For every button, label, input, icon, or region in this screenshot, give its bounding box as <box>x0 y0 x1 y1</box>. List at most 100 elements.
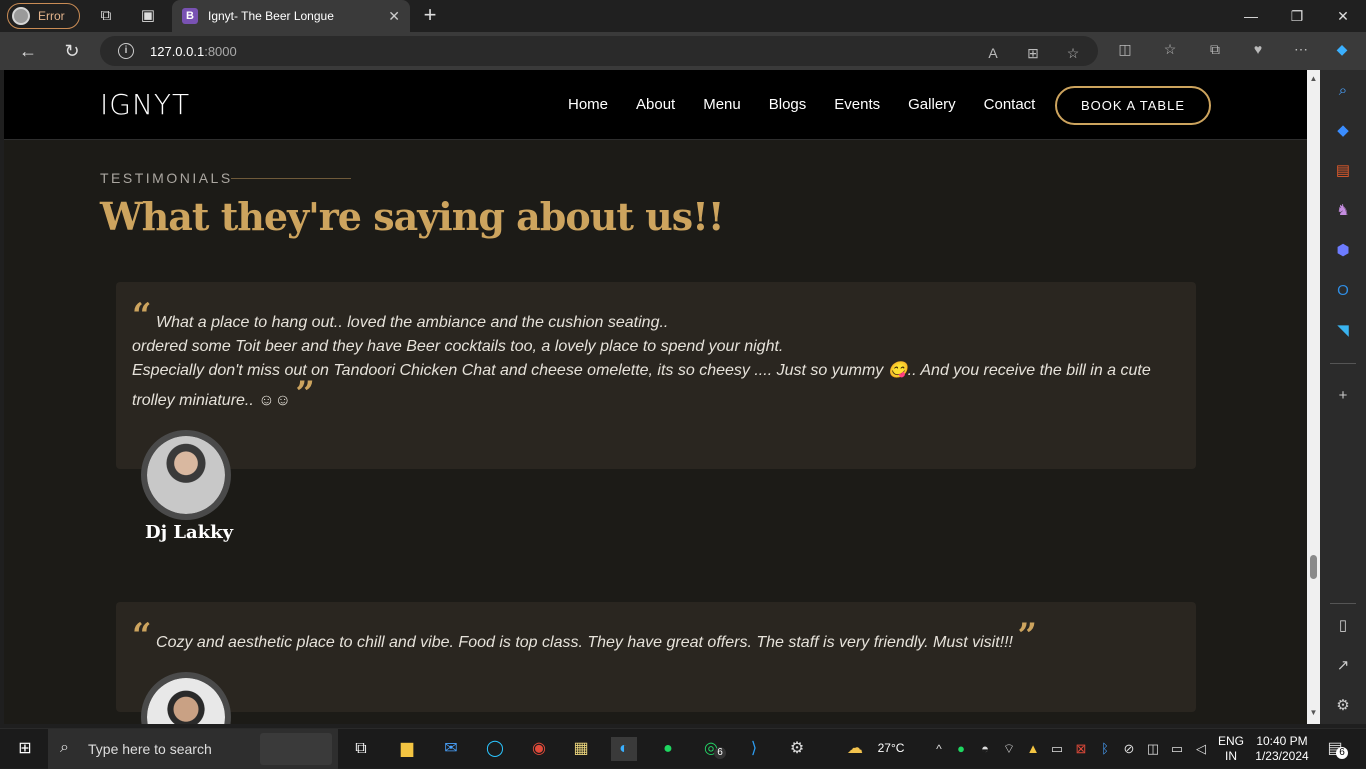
tab-actions-icon[interactable]: ▣ <box>139 7 157 25</box>
quote-open-icon: “ <box>132 296 152 336</box>
sidebar-toggle-icon[interactable]: ▯ <box>1332 615 1354 637</box>
refresh-button[interactable]: ↻ <box>60 40 84 62</box>
notification-icon[interactable]: ▤ 6 <box>1322 737 1348 761</box>
tray-volume-icon[interactable]: ◁ <box>1188 737 1214 761</box>
app-icon[interactable]: ▦ <box>568 737 594 761</box>
tray-network-icon[interactable]: ⌔ <box>996 737 1022 761</box>
workspaces-icon[interactable]: ⧉ <box>97 7 115 25</box>
search-icon[interactable]: ⌕ <box>1332 80 1354 102</box>
address-bar[interactable]: i 127.0.0.1:8000 A ⊞ ☆ <box>100 36 1098 66</box>
nav-blogs[interactable]: Blogs <box>769 96 807 113</box>
mail-icon[interactable]: ✉ <box>438 737 464 761</box>
collections-icon[interactable]: ⧉ <box>1205 40 1225 58</box>
browser-toolbar: ← ↻ i 127.0.0.1:8000 A ⊞ ☆ ◫ ☆ ⧉ ♥ ⋯ ◆ <box>0 32 1366 70</box>
avatar <box>141 430 231 520</box>
site-logo[interactable]: IGNYT <box>100 88 190 121</box>
edge-icon[interactable]: ◐ <box>611 737 637 761</box>
tab-title: Ignyt- The Beer Longue <box>208 9 334 23</box>
microsoft-365-icon[interactable]: ⬢ <box>1332 240 1354 262</box>
page-viewport: IGNYT Home About Menu Blogs Events Galle… <box>4 70 1307 724</box>
tray-drive-icon[interactable]: ▲ <box>1020 737 1046 761</box>
sidebar-divider <box>1330 363 1356 364</box>
page-scrollbar[interactable]: ▲ ▼ <box>1307 70 1320 724</box>
tray-security-icon[interactable]: ⊠ <box>1068 737 1094 761</box>
quote-open-icon: “ <box>132 616 152 656</box>
tray-mute-icon[interactable]: ⊘ <box>1116 737 1142 761</box>
outlook-icon[interactable]: O <box>1332 280 1354 302</box>
settings-icon[interactable]: ⚙ <box>784 737 810 761</box>
profile-status-label: Error <box>38 9 65 23</box>
weather-icon[interactable]: ☁ <box>842 737 868 761</box>
restore-button[interactable]: ❐ <box>1274 0 1320 32</box>
cortana-icon[interactable]: ◯ <box>482 737 508 761</box>
search-highlight-image <box>260 733 332 765</box>
tab-close-icon[interactable]: ✕ <box>388 8 400 25</box>
nav-home[interactable]: Home <box>568 96 608 113</box>
tray-battery-icon[interactable]: ▭ <box>1164 737 1190 761</box>
edge-sidebar: ⌕ ◆ ▤ ♞ ⬢ O ◥ + ▯ ↗ ⚙ <box>1320 70 1366 724</box>
new-tab-button[interactable]: + <box>418 4 442 28</box>
back-button[interactable]: ← <box>16 40 40 62</box>
section-divider <box>231 178 351 179</box>
scroll-down-icon[interactable]: ▼ <box>1307 706 1320 720</box>
favorites-icon[interactable]: ☆ <box>1160 40 1180 58</box>
browser-essentials-icon[interactable]: ♥ <box>1248 40 1268 58</box>
quote-close-icon: ” <box>295 374 315 414</box>
nav-events[interactable]: Events <box>834 96 880 113</box>
nav-about[interactable]: About <box>636 96 675 113</box>
favicon-icon: B <box>182 8 198 24</box>
testimonial-quote: “ What a place to hang out.. loved the a… <box>132 296 1151 414</box>
taskbar-search[interactable]: ⌕ Type here to search <box>48 729 338 769</box>
tools-icon[interactable]: ▤ <box>1332 160 1354 182</box>
search-icon: ⌕ <box>60 739 69 756</box>
split-screen-icon[interactable]: ◫ <box>1115 40 1135 58</box>
windows-start-icon[interactable]: ⊞ <box>12 737 38 761</box>
language-indicator[interactable]: ENG IN <box>1216 734 1246 764</box>
taskbar-search-placeholder: Type here to search <box>88 741 212 757</box>
file-explorer-icon[interactable]: ▆ <box>394 737 420 761</box>
read-aloud-icon[interactable]: A <box>983 44 1003 62</box>
nav-menu[interactable]: Menu <box>703 96 741 113</box>
app-available-icon[interactable]: ⊞ <box>1023 44 1043 62</box>
favorite-star-icon[interactable]: ☆ <box>1063 44 1083 62</box>
minimize-button[interactable]: — <box>1228 0 1274 32</box>
add-icon[interactable]: + <box>1332 385 1354 407</box>
tray-display-icon[interactable]: ▭ <box>1044 737 1070 761</box>
nav-gallery[interactable]: Gallery <box>908 96 956 113</box>
tray-camera-icon[interactable]: ◫ <box>1140 737 1166 761</box>
testimonial-author: Dj Lakky <box>145 522 234 543</box>
tab-active[interactable]: B Ignyt- The Beer Longue ✕ <box>172 0 410 32</box>
section-label: TESTIMONIALS <box>100 170 233 186</box>
close-window-button[interactable]: ✕ <box>1320 0 1366 32</box>
drop-icon[interactable]: ◥ <box>1332 320 1354 342</box>
gear-icon[interactable]: ⚙ <box>1332 695 1354 717</box>
sidebar-divider <box>1330 603 1356 604</box>
profile-button[interactable]: Error <box>7 3 80 29</box>
quote-close-icon: ” <box>1017 616 1038 656</box>
scroll-up-icon[interactable]: ▲ <box>1307 72 1320 86</box>
tray-bluetooth-icon[interactable]: ᛒ <box>1092 737 1118 761</box>
site-info-icon[interactable]: i <box>118 43 134 59</box>
games-icon[interactable]: ♞ <box>1332 200 1354 222</box>
weather-temp[interactable]: 27°C <box>874 741 908 756</box>
clock[interactable]: 10:40 PM 1/23/2024 <box>1250 734 1314 764</box>
windows-taskbar: ⊞ ⌕ Type here to search ⧉ ▆ ✉ ◯ ◉ ▦ ◐ ● … <box>0 728 1366 769</box>
scroll-thumb[interactable] <box>1310 555 1317 579</box>
task-view-icon[interactable]: ⧉ <box>348 737 374 761</box>
chrome-icon[interactable]: ◉ <box>526 737 552 761</box>
tray-spotify-icon[interactable]: ● <box>948 737 974 761</box>
site-header: IGNYT Home About Menu Blogs Events Galle… <box>4 70 1307 140</box>
shopping-icon[interactable]: ◆ <box>1332 120 1354 142</box>
tray-discord-icon[interactable]: ◓ <box>972 737 998 761</box>
whatsapp-icon[interactable]: ◎ 6 <box>698 737 726 761</box>
copilot-icon[interactable]: ◆ <box>1332 40 1352 58</box>
testimonial-quote: “ Cozy and aesthetic place to chill and … <box>132 616 1038 656</box>
external-link-icon[interactable]: ↗ <box>1332 655 1354 677</box>
profile-avatar-icon <box>12 7 30 25</box>
vscode-icon[interactable]: ⟩ <box>741 737 767 761</box>
settings-more-icon[interactable]: ⋯ <box>1291 40 1311 58</box>
spotify-icon[interactable]: ● <box>655 737 681 761</box>
main-nav: Home About Menu Blogs Events Gallery Con… <box>568 96 1063 113</box>
book-table-button[interactable]: BOOK A TABLE <box>1055 86 1211 125</box>
nav-contact[interactable]: Contact <box>984 96 1036 113</box>
